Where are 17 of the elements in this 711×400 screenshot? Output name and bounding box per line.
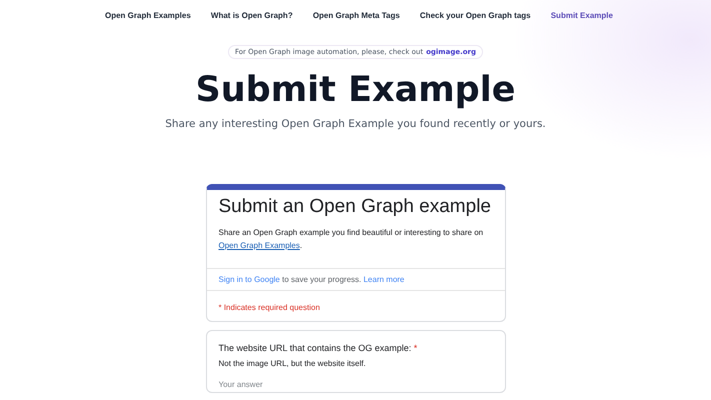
sign-in-link[interactable]: Sign in to Google xyxy=(218,275,280,284)
required-mark: * xyxy=(414,343,418,353)
nav-link[interactable]: Submit Example xyxy=(550,11,613,20)
examples-link[interactable]: Open Graph Examples xyxy=(218,241,300,250)
nav-link[interactable]: Check your Open Graph tags xyxy=(420,11,531,20)
sign-in-note: Sign in to Google to save your progress. Learn more xyxy=(218,275,406,284)
nav-link[interactable]: Open Graph Examples xyxy=(105,11,191,20)
page-title: Submit Example xyxy=(196,69,516,111)
page-subtitle: Share any interesting Open Graph Example you found recently or yours. xyxy=(165,118,546,130)
form-description: Share an Open Graph example you find beautiful or interesting to share on Open Graph Examples. xyxy=(218,227,484,252)
learn-more-link[interactable]: Learn more xyxy=(363,275,404,284)
nav-link[interactable]: What is Open Graph? xyxy=(210,11,293,20)
form-title: Submit an Open Graph example xyxy=(218,196,492,218)
nav-link[interactable]: Open Graph Meta Tags xyxy=(312,11,400,20)
question-hint: Not the image URL, but the website itself. xyxy=(218,359,367,368)
required-note: * Indicates required question xyxy=(218,303,320,312)
question-label: The website URL that contains the OG example: * xyxy=(218,343,418,353)
